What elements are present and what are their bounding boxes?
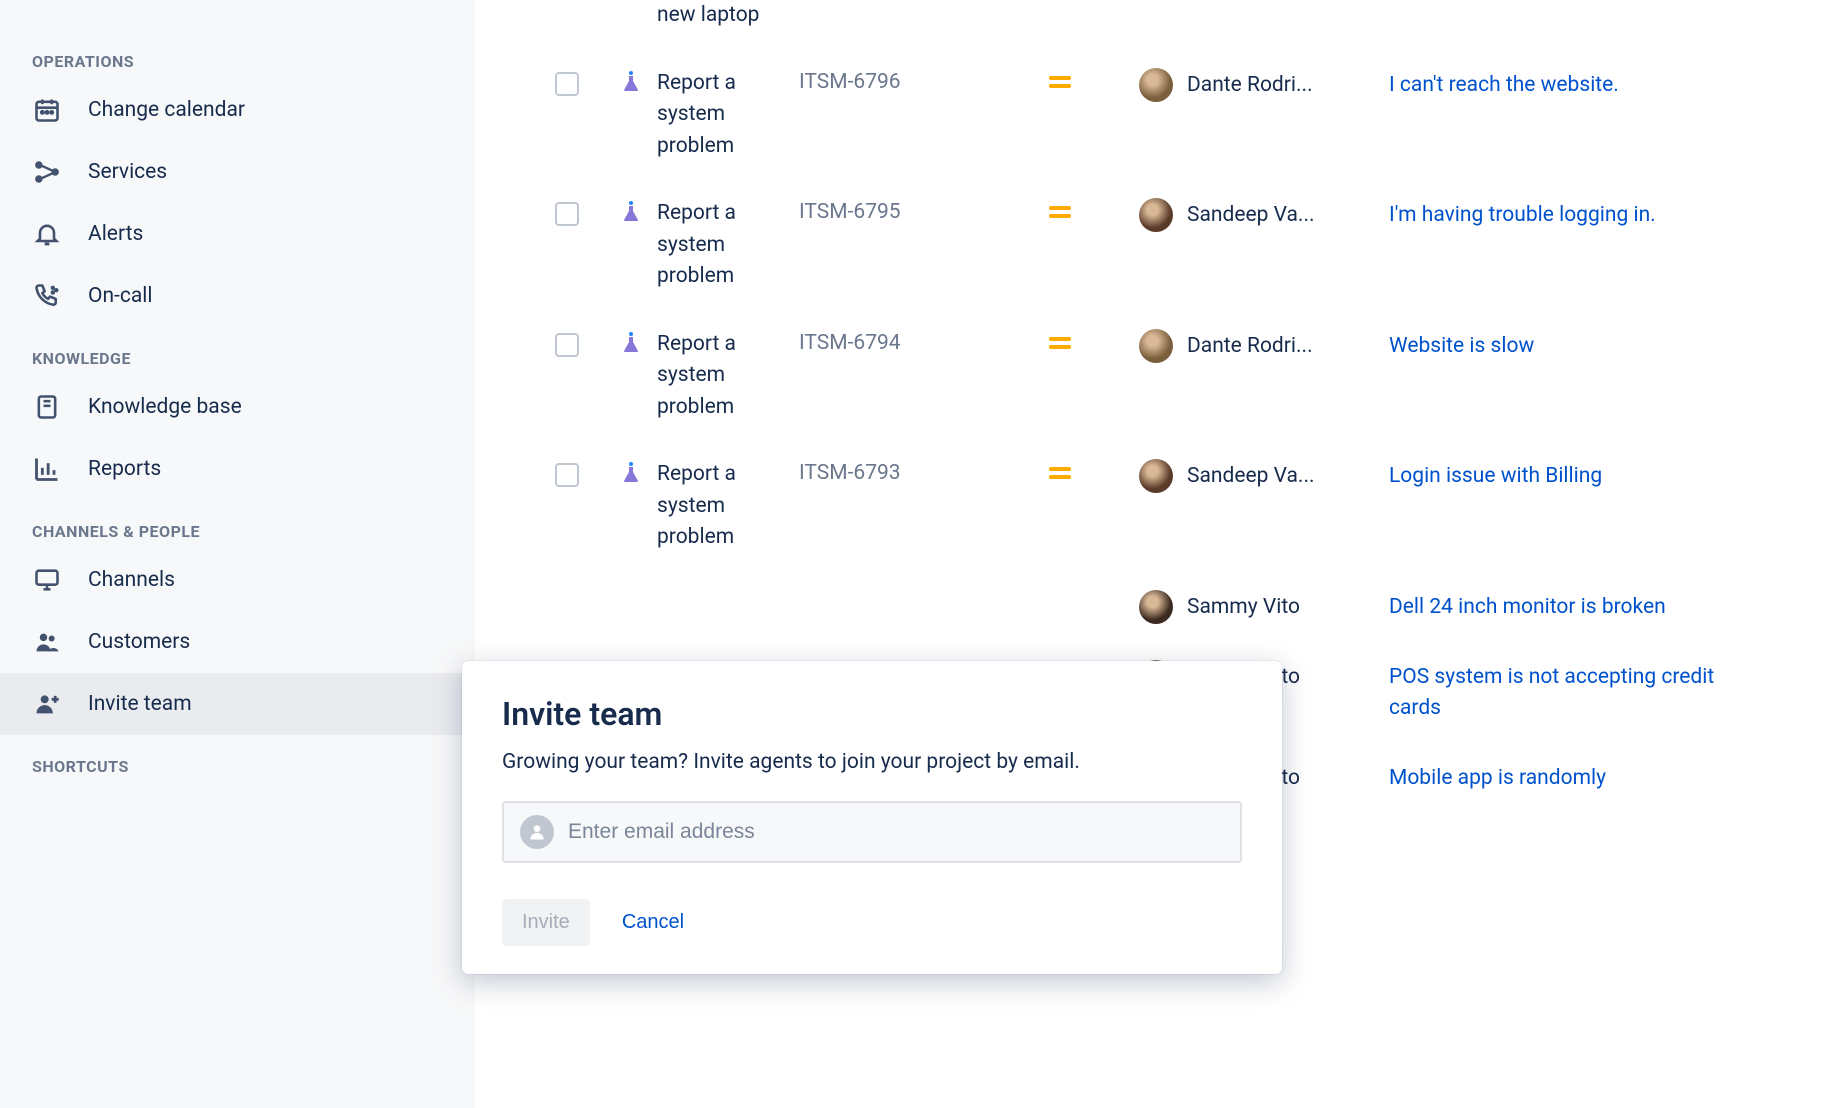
issue-key[interactable]: ITSM-6796: [799, 68, 1049, 94]
avatar: [1139, 198, 1173, 232]
reporter-name: Sandeep Va...: [1187, 203, 1315, 227]
priority-icon: [1049, 198, 1139, 225]
nav-label: Invite team: [88, 692, 192, 716]
avatar: [1139, 590, 1173, 624]
priority-icon: [1049, 68, 1139, 95]
issue-summary[interactable]: Mobile app is randomly: [1389, 761, 1606, 795]
invite-button[interactable]: Invite: [502, 899, 590, 946]
nav-label: Customers: [88, 630, 190, 654]
table-row: Sammy Vito Dell 24 inch monitor is broken: [475, 572, 1844, 642]
calendar-icon: [32, 95, 62, 125]
section-header-knowledge: KNOWLEDGE: [0, 327, 475, 376]
reporter[interactable]: Sandeep Va...: [1139, 198, 1389, 232]
avatar: [1139, 329, 1173, 363]
sidebar-item-alerts[interactable]: Alerts: [0, 203, 475, 265]
issue-summary[interactable]: Login issue with Billing: [1389, 459, 1602, 493]
avatar: [1139, 459, 1173, 493]
chart-icon: [32, 454, 62, 484]
issue-summary[interactable]: POS system is not accepting credit cards: [1389, 660, 1729, 725]
nav-label: Knowledge base: [88, 395, 242, 419]
cancel-button[interactable]: Cancel: [614, 899, 692, 946]
sidebar-item-services[interactable]: Services: [0, 141, 475, 203]
nav-label: Channels: [88, 568, 175, 592]
request-type-icon: [619, 331, 643, 355]
sidebar-item-change-calendar[interactable]: Change calendar: [0, 79, 475, 141]
request-type-icon: [619, 200, 643, 224]
request-type-icon: [619, 461, 643, 485]
reporter-name: Dante Rodri...: [1187, 73, 1313, 97]
request-type: Report a system problem: [657, 329, 799, 424]
issue-key[interactable]: ITSM-6794: [799, 329, 1049, 355]
section-header-operations: OPERATIONS: [0, 30, 475, 79]
request-type: Report a system problem: [657, 198, 799, 293]
row-checkbox[interactable]: [555, 72, 579, 96]
nav-label: Services: [88, 160, 167, 184]
nav-label: Alerts: [88, 222, 143, 246]
sidebar-item-customers[interactable]: Customers: [0, 611, 475, 673]
reporter[interactable]: Sandeep Va...: [1139, 459, 1389, 493]
row-checkbox[interactable]: [555, 463, 579, 487]
section-header-channels-people: CHANNELS & PEOPLE: [0, 500, 475, 549]
table-row: Report a system problemITSM-6796 Dante Ro…: [475, 50, 1844, 181]
monitor-icon: [32, 565, 62, 595]
row-checkbox[interactable]: [555, 202, 579, 226]
sidebar-item-reports[interactable]: Reports: [0, 438, 475, 500]
avatar: [1139, 68, 1173, 102]
modal-title: Invite team: [502, 695, 1242, 733]
sidebar-item-on-call[interactable]: On-call: [0, 265, 475, 327]
table-row: new laptop: [475, 0, 1844, 50]
people-icon: [32, 627, 62, 657]
request-type: Report a system problem: [657, 459, 799, 554]
reporter[interactable]: Dante Rodri...: [1139, 68, 1389, 102]
section-header-shortcuts: SHORTCUTS: [0, 735, 475, 784]
issue-summary[interactable]: Website is slow: [1389, 329, 1534, 363]
sidebar-item-channels[interactable]: Channels: [0, 549, 475, 611]
row-checkbox[interactable]: [555, 333, 579, 357]
sidebar-item-knowledge-base[interactable]: Knowledge base: [0, 376, 475, 438]
reporter[interactable]: Dante Rodri...: [1139, 329, 1389, 363]
request-type: new laptop: [657, 0, 759, 32]
request-type-icon: [619, 70, 643, 94]
nav-label: On-call: [88, 284, 152, 308]
modal-actions: Invite Cancel: [502, 899, 1242, 946]
services-icon: [32, 157, 62, 187]
sidebar: OPERATIONS Change calendar Services Aler…: [0, 0, 475, 1108]
issue-summary[interactable]: Dell 24 inch monitor is broken: [1389, 590, 1666, 624]
email-input[interactable]: [568, 820, 1224, 844]
priority-icon: [1049, 329, 1139, 356]
reporter-name: Dante Rodri...: [1187, 334, 1313, 358]
issue-summary[interactable]: I can't reach the website.: [1389, 68, 1619, 102]
modal-description: Growing your team? Invite agents to join…: [502, 747, 1242, 779]
issue-summary[interactable]: I'm having trouble logging in.: [1389, 198, 1656, 232]
table-row: Report a system problemITSM-6795 Sandeep …: [475, 180, 1844, 311]
phone-icon: [32, 281, 62, 311]
issue-key[interactable]: ITSM-6795: [799, 198, 1049, 224]
invite-team-modal: Invite team Growing your team? Invite ag…: [462, 661, 1282, 974]
sidebar-item-invite-team[interactable]: Invite team: [0, 673, 475, 735]
request-type: Report a system problem: [657, 68, 799, 163]
issue-key[interactable]: ITSM-6793: [799, 459, 1049, 485]
reporter-name: Sammy Vito: [1187, 595, 1300, 619]
nav-label: Reports: [88, 457, 161, 481]
table-row: Report a system problemITSM-6793 Sandeep …: [475, 441, 1844, 572]
book-icon: [32, 392, 62, 422]
reporter-name: Sandeep Va...: [1187, 464, 1315, 488]
bell-icon: [32, 219, 62, 249]
priority-icon: [1049, 459, 1139, 486]
table-row: Report a system problemITSM-6794 Dante Ro…: [475, 311, 1844, 442]
email-input-wrapper[interactable]: [502, 801, 1242, 863]
nav-label: Change calendar: [88, 98, 245, 122]
invite-icon: [32, 689, 62, 719]
reporter[interactable]: Sammy Vito: [1139, 590, 1389, 624]
person-icon: [520, 815, 554, 849]
